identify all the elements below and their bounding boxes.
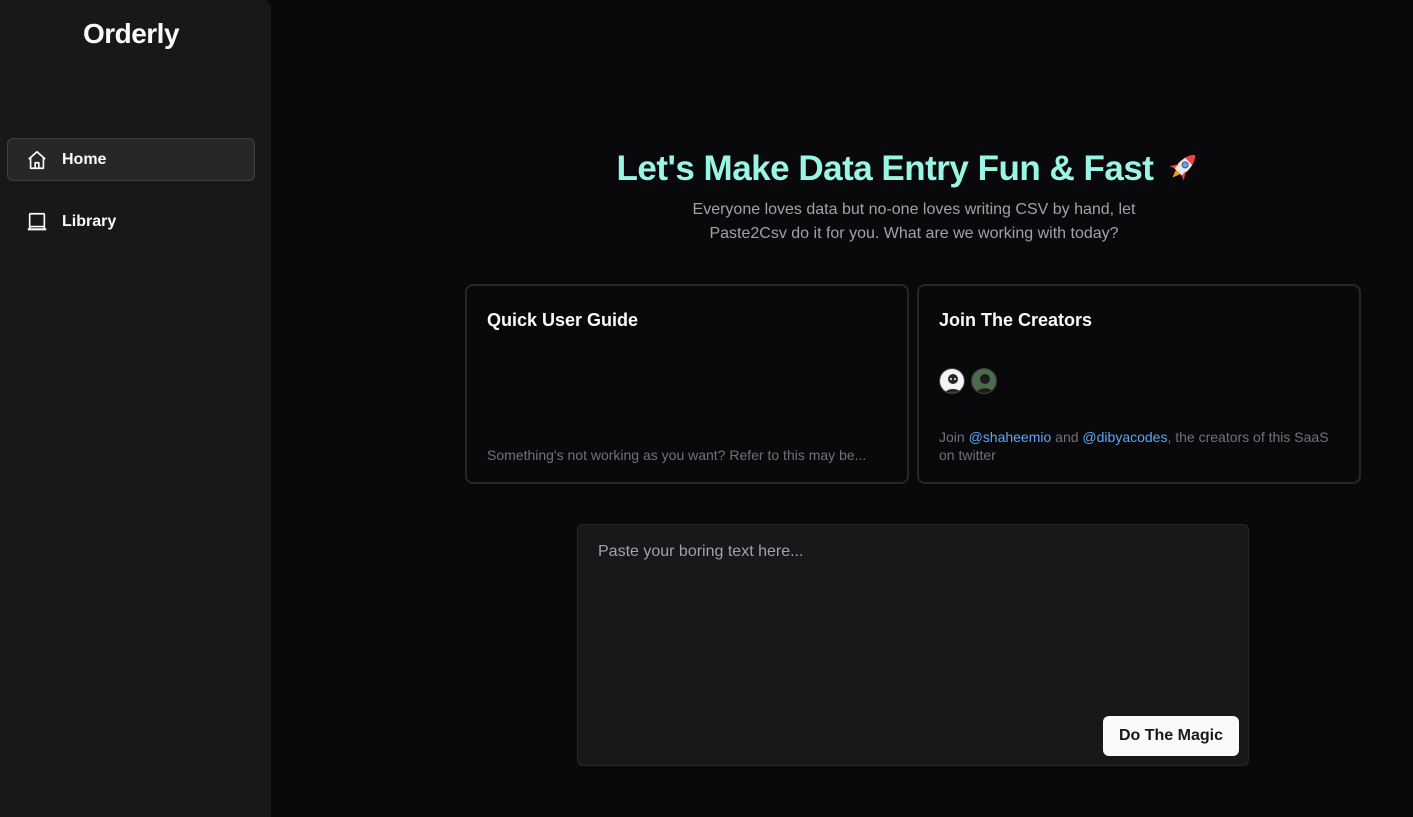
- do-the-magic-button[interactable]: Do The Magic: [1102, 716, 1239, 756]
- card-description: Something's not working as you want? Ref…: [487, 447, 867, 463]
- avatar[interactable]: [971, 368, 997, 394]
- sidebar-item-library[interactable]: Library: [7, 200, 255, 243]
- app-root: Orderly Home Library Let's Make Data Ent…: [0, 0, 1413, 817]
- creator-link-shaheemio[interactable]: @shaheemio: [969, 429, 1052, 445]
- card-title: Quick User Guide: [487, 310, 639, 330]
- desc-prefix: Join: [939, 429, 969, 445]
- desc-and: and: [1051, 429, 1083, 445]
- card-title: Join The Creators: [939, 310, 1093, 330]
- creator-avatars: [939, 368, 997, 394]
- page-title: Let's Make Data Entry Fun & Fast: [460, 148, 1360, 189]
- brand-logo: Orderly: [82, 18, 180, 49]
- sidebar-item-label: Library: [62, 212, 117, 230]
- quick-user-guide-card[interactable]: Quick User Guide Something's not working…: [465, 284, 909, 484]
- join-creators-card: Join The Creators Join @shaheemio and @d…: [917, 284, 1361, 484]
- avatar[interactable]: [939, 368, 965, 394]
- paste-box: Do The Magic: [577, 524, 1249, 766]
- sidebar-item-home[interactable]: Home: [7, 138, 255, 181]
- creator-link-dibyacodes[interactable]: @dibyacodes: [1082, 429, 1167, 445]
- laptop-icon: [26, 211, 48, 233]
- page-subtitle: Everyone loves data but no-one loves wri…: [692, 201, 1136, 242]
- card-description: Join @shaheemio and @dibyacodes, the cre…: [939, 428, 1339, 464]
- rocket-icon: [1163, 148, 1203, 186]
- page-title-text: Let's Make Data Entry Fun & Fast: [616, 149, 1154, 188]
- home-icon: [26, 149, 48, 171]
- sidebar: Orderly Home Library: [0, 0, 271, 817]
- sidebar-item-label: Home: [62, 150, 107, 168]
